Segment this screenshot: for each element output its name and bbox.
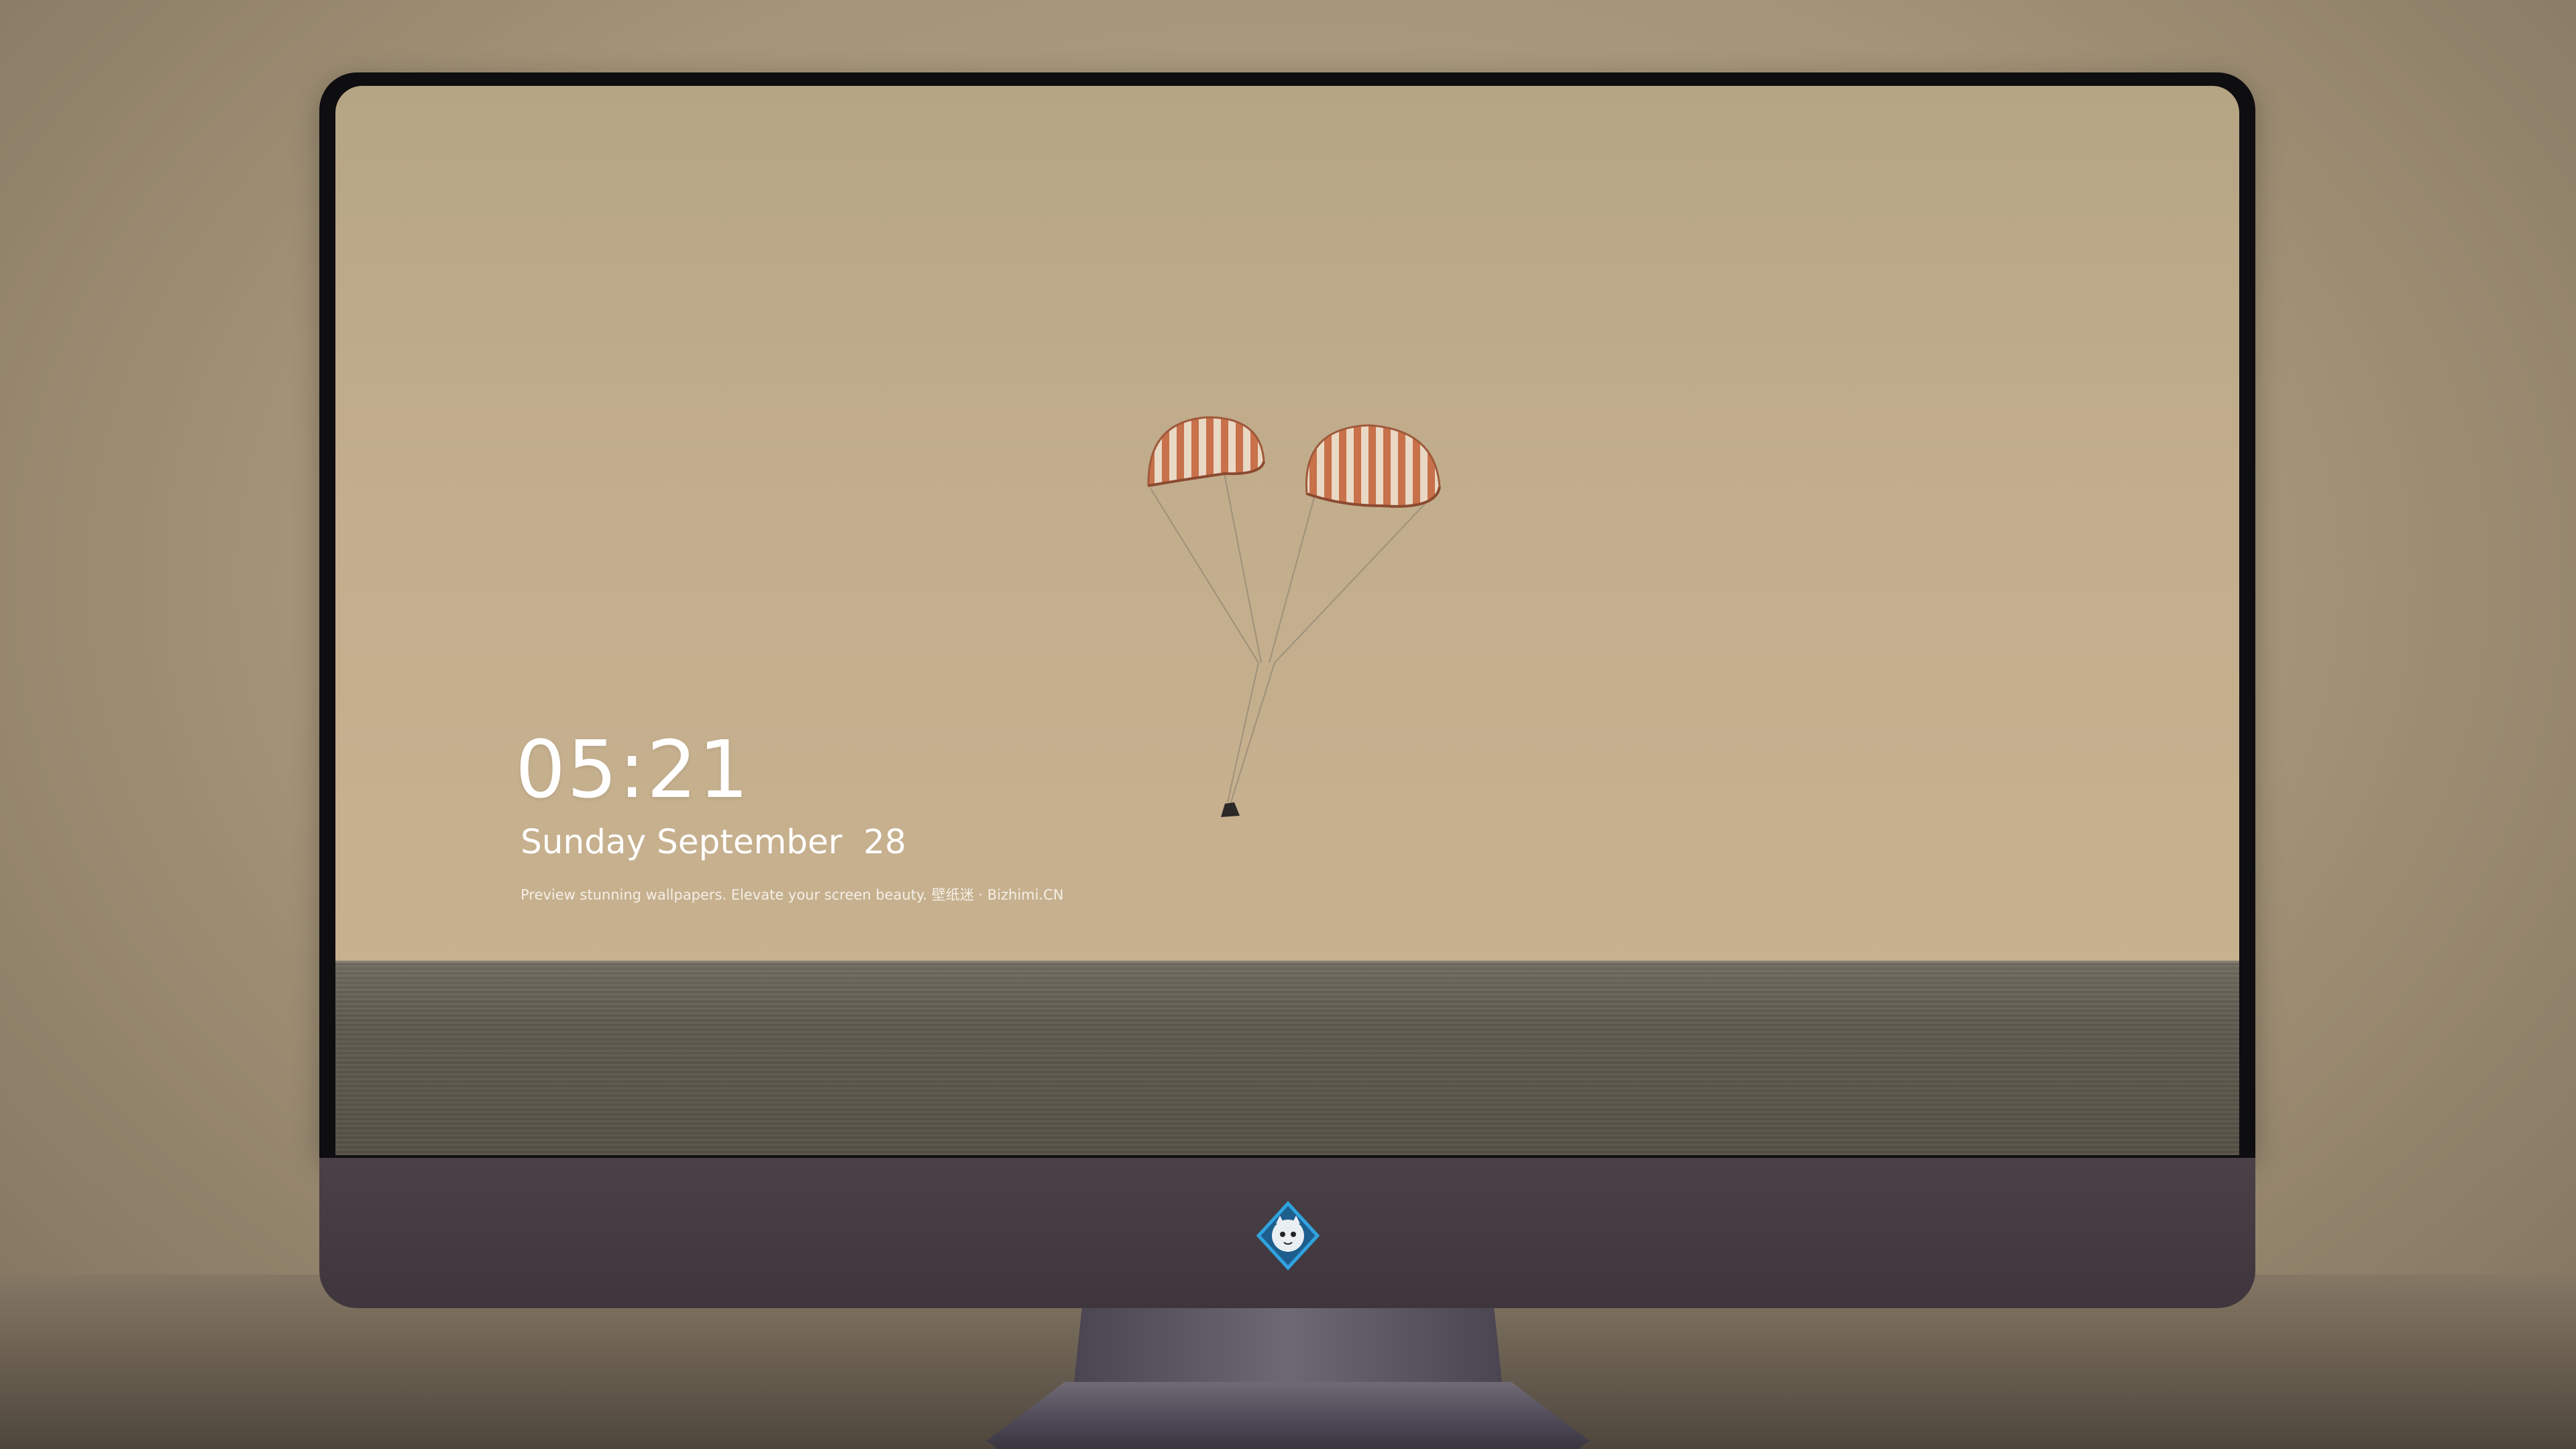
lock-screen-date: Sunday September 28 [521, 822, 906, 861]
left-parachute [1147, 416, 1265, 487]
brand-logo [1256, 1201, 1320, 1271]
monitor-stand-neck [1073, 1308, 1503, 1389]
capsule [1221, 802, 1240, 817]
parachute-wallpaper-art [1147, 416, 1441, 817]
lock-screen-clock: 05:21 [515, 723, 751, 816]
right-parachute [1305, 424, 1441, 508]
monitor-stand-base [986, 1382, 1590, 1449]
wallpaper-tagline: Preview stunning wallpapers. Elevate you… [521, 887, 1064, 903]
desktop-screen [335, 86, 2239, 1155]
